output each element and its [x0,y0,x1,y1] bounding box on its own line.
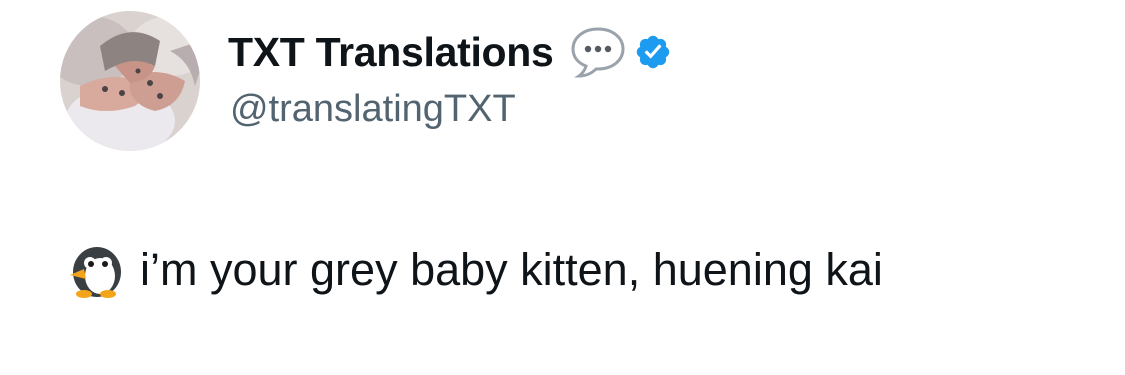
hands-photo-avatar [60,11,200,151]
verified-badge-icon[interactable] [634,33,672,71]
author-handle[interactable]: @translatingTXT [230,88,516,131]
display-name-text[interactable]: TXT Translations [228,29,554,76]
penguin-icon [64,239,126,301]
author-display-name: TXT Translations [228,22,672,82]
avatar[interactable] [60,11,200,151]
tweet-body: i’m your grey baby kitten, huening kai [64,238,883,302]
tweet-text: i’m your grey baby kitten, huening kai [140,244,883,295]
speech-balloon-icon [570,26,626,78]
